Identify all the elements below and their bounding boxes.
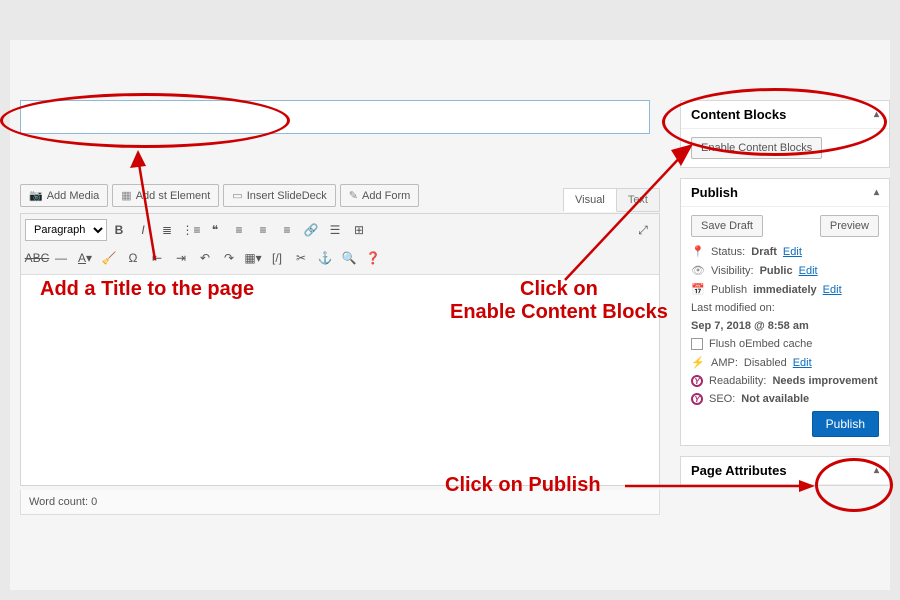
bold-button[interactable]: B	[108, 219, 130, 241]
enable-content-blocks-button[interactable]: Enable Content Blocks	[691, 137, 822, 159]
page-attributes-title: Page Attributes	[691, 463, 787, 478]
align-center-button[interactable]: ≡	[252, 219, 274, 241]
specialchar-button[interactable]: Ω	[122, 247, 144, 269]
readmore-button[interactable]: ☰	[324, 219, 346, 241]
word-count: Word count: 0	[20, 490, 660, 515]
table-button[interactable]: ▦▾	[242, 247, 264, 269]
content-blocks-title: Content Blocks	[691, 107, 786, 122]
fullscreen-button[interactable]: ⤢	[632, 219, 654, 241]
form-icon: ✎	[349, 189, 358, 202]
edit-visibility-link[interactable]: Edit	[799, 265, 818, 277]
tab-visual[interactable]: Visual	[563, 188, 617, 212]
add-form-button[interactable]: ✎ Add Form	[340, 184, 420, 207]
tab-text[interactable]: Text	[617, 188, 660, 212]
italic-button[interactable]: I	[132, 219, 154, 241]
element-icon: ▦	[121, 189, 131, 202]
content-blocks-panel: Content Blocks ▴ Enable Content Blocks	[680, 100, 890, 168]
undo-button[interactable]: ↶	[194, 247, 216, 269]
add-form-label: Add Form	[362, 190, 410, 202]
shortcode-button[interactable]: [/]	[266, 247, 288, 269]
add-media-button[interactable]: 📷 Add Media	[20, 184, 108, 207]
paragraph-select[interactable]: Paragraph	[25, 219, 107, 241]
publish-title: Publish	[691, 185, 738, 200]
save-draft-button[interactable]: Save Draft	[691, 215, 763, 237]
page-title-input[interactable]	[20, 100, 650, 134]
quote-button[interactable]: ❝	[204, 219, 226, 241]
anchor-button[interactable]: ⚓	[314, 247, 336, 269]
insert-slidedeck-label: Insert SlideDeck	[247, 190, 327, 202]
help-button[interactable]: ❓	[362, 247, 384, 269]
redo-button[interactable]: ↷	[218, 247, 240, 269]
hr-button[interactable]: —	[50, 247, 72, 269]
link-button[interactable]: 🔗	[300, 219, 322, 241]
editor-tabs: Visual Text	[563, 188, 660, 212]
edit-amp-link[interactable]: Edit	[793, 357, 812, 369]
textcolor-button[interactable]: A▾	[74, 247, 96, 269]
camera-icon: 📷	[29, 189, 43, 202]
eye-icon: 👁	[691, 264, 705, 277]
yoast-icon: Y	[691, 393, 703, 405]
align-right-button[interactable]: ≡	[276, 219, 298, 241]
publish-panel: Publish ▴ Save Draft Preview 📍Status: Dr…	[680, 178, 890, 446]
edit-status-link[interactable]: Edit	[783, 246, 802, 258]
calendar-icon: 📅	[691, 283, 705, 296]
amp-icon: ⚡	[691, 356, 705, 369]
preview-button[interactable]: Preview	[820, 215, 879, 237]
clear-button[interactable]: 🧹	[98, 247, 120, 269]
outdent-button[interactable]: ⇤	[146, 247, 168, 269]
add-media-label: Add Media	[47, 190, 100, 202]
add-element-label: Add st Element	[136, 190, 211, 202]
page-attributes-panel: Page Attributes ▴	[680, 456, 890, 486]
publish-button[interactable]: Publish	[812, 411, 879, 437]
ul-button[interactable]: ≣	[156, 219, 178, 241]
slidedeck-icon: ▭	[232, 189, 242, 202]
ol-button[interactable]: ⋮≡	[180, 219, 202, 241]
editor-container: Visual Text Paragraph B I ≣ ⋮≡ ❝ ≡ ≡ ≡ 🔗…	[20, 213, 660, 486]
collapse-icon[interactable]: ▴	[874, 465, 879, 476]
pin-icon: 📍	[691, 245, 705, 258]
strike-button[interactable]: ABC	[26, 247, 48, 269]
collapse-icon[interactable]: ▴	[874, 187, 879, 198]
collapse-icon[interactable]: ▴	[874, 109, 879, 120]
indent-button[interactable]: ⇥	[170, 247, 192, 269]
insert-slidedeck-button[interactable]: ▭ Insert SlideDeck	[223, 184, 336, 207]
cut-button[interactable]: ✂	[290, 247, 312, 269]
edit-schedule-link[interactable]: Edit	[823, 284, 842, 296]
find-button[interactable]: 🔍	[338, 247, 360, 269]
align-left-button[interactable]: ≡	[228, 219, 250, 241]
yoast-icon: Y	[691, 375, 703, 387]
add-element-button[interactable]: ▦ Add st Element	[112, 184, 219, 207]
editor-toolbar: Paragraph B I ≣ ⋮≡ ❝ ≡ ≡ ≡ 🔗 ☰ ⊞ ⤢ ABC —	[21, 214, 659, 275]
toolbar-toggle-button[interactable]: ⊞	[348, 219, 370, 241]
flush-checkbox[interactable]	[691, 338, 703, 350]
